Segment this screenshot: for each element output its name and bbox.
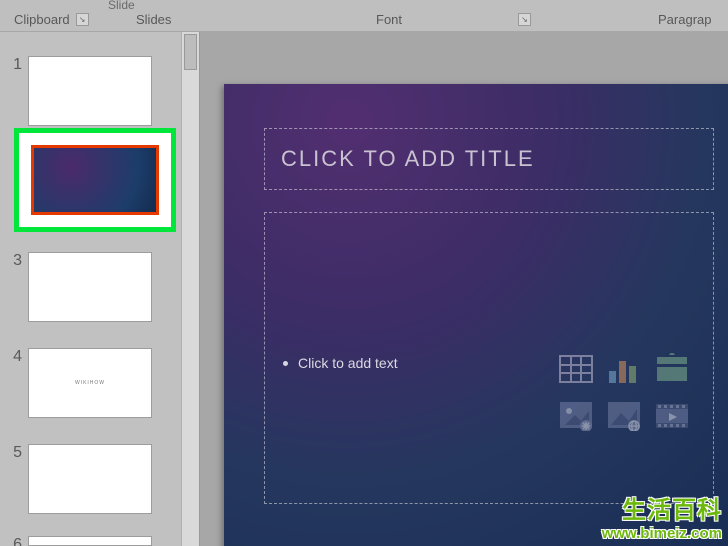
ribbon-group-clipboard: Clipboard [14, 12, 89, 27]
ribbon-group-paragraph-label: Paragrap [658, 12, 711, 27]
slide-thumbnail-preview [28, 56, 152, 126]
slide-thumbnail-preview [28, 444, 152, 514]
slide-number: 5 [8, 444, 22, 462]
work-area: 1 2 3 4 WIKIHOW 5 6 [0, 32, 728, 546]
ribbon-group-slides-label: Slides [136, 12, 171, 27]
slide-thumbnail-preview [28, 252, 152, 322]
insert-chart-icon[interactable] [603, 349, 645, 389]
slide-number: 4 [8, 348, 22, 366]
ribbon-group-clipboard-label: Clipboard [14, 12, 70, 27]
font-dialog-launcher-icon[interactable] [518, 13, 531, 26]
slide-thumbnail-4[interactable]: 4 WIKIHOW [8, 348, 152, 418]
insert-video-icon[interactable] [651, 395, 693, 435]
thumbnail-scrollbar[interactable] [181, 32, 199, 546]
title-placeholder[interactable]: CLICK TO ADD TITLE [264, 128, 714, 190]
slide-thumbnail-preview [28, 536, 152, 546]
selected-slide-thumbnail [31, 145, 159, 215]
selected-slide-highlight[interactable] [14, 128, 176, 232]
slide-canvas[interactable]: CLICK TO ADD TITLE Click to add text [224, 84, 728, 546]
clipboard-dialog-launcher-icon[interactable] [76, 13, 89, 26]
slide-thumbnails-pane: 1 2 3 4 WIKIHOW 5 6 [0, 32, 200, 546]
insert-picture-icon[interactable] [555, 395, 597, 435]
content-placeholder-text: Click to add text [298, 355, 398, 371]
content-insertion-icons [555, 349, 693, 435]
content-placeholder[interactable]: Click to add text [264, 212, 714, 504]
ribbon-group-paragraph: Paragrap [658, 12, 711, 27]
slide-editor-area: CLICK TO ADD TITLE Click to add text [200, 32, 728, 546]
slide-thumbnail-1[interactable]: 1 [8, 56, 152, 126]
bullet-icon [283, 361, 288, 366]
slide-number: 3 [8, 252, 22, 270]
slide-thumbnail-preview: WIKIHOW [28, 348, 152, 418]
scrollbar-thumb[interactable] [184, 34, 197, 70]
slide-thumbnail-5[interactable]: 5 [8, 444, 152, 514]
ribbon-group-font-label: Font [376, 12, 402, 27]
ribbon-group-slides: Slides [136, 12, 171, 27]
slide-thumbnail-6[interactable]: 6 [8, 536, 152, 546]
insert-online-picture-icon[interactable] [603, 395, 645, 435]
ribbon-group-labels: Clipboard Slide Slides Font Paragrap [0, 0, 728, 32]
ribbon-peek-item: Slide [108, 0, 135, 12]
slide-number: 6 [8, 536, 22, 546]
slide-thumbnail-3[interactable]: 3 [8, 252, 152, 322]
insert-smartart-icon[interactable] [651, 349, 693, 389]
slide-number: 1 [8, 56, 22, 74]
title-placeholder-text: CLICK TO ADD TITLE [281, 146, 535, 172]
ribbon-group-font: Font [376, 12, 531, 27]
insert-table-icon[interactable] [555, 349, 597, 389]
